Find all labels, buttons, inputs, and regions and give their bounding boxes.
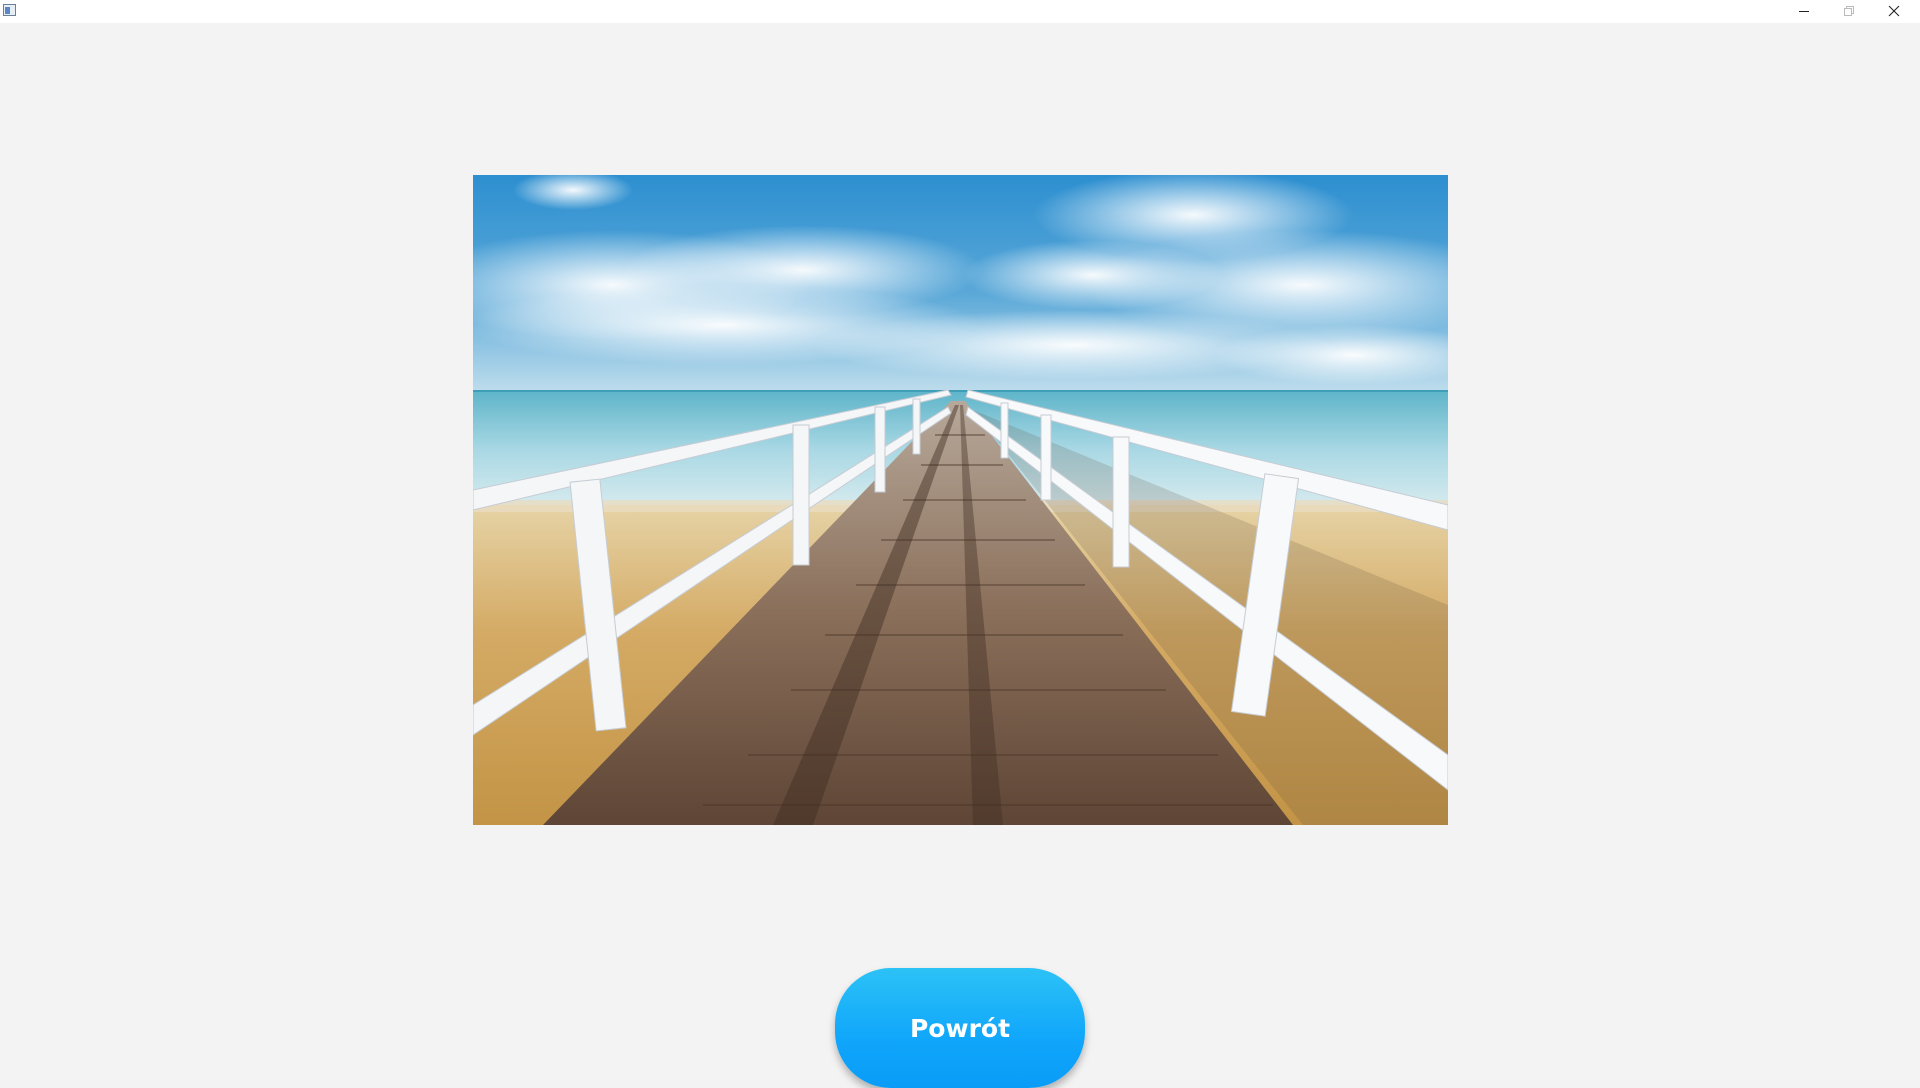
photo-illustration (473, 175, 1448, 825)
back-button[interactable]: Powrót (835, 968, 1085, 1088)
maximize-button[interactable] (1826, 0, 1871, 22)
close-button[interactable] (1871, 0, 1916, 22)
main-content: Powrót (0, 23, 1920, 1088)
pier-over-sea-photo (473, 175, 1448, 825)
app-icon (3, 4, 16, 16)
title-bar (0, 0, 1920, 23)
minimize-icon (1798, 11, 1809, 12)
restore-icon (1843, 6, 1854, 16)
minimize-button[interactable] (1781, 0, 1826, 22)
back-button-label: Powrót (909, 1013, 1011, 1043)
close-icon (1888, 5, 1899, 17)
